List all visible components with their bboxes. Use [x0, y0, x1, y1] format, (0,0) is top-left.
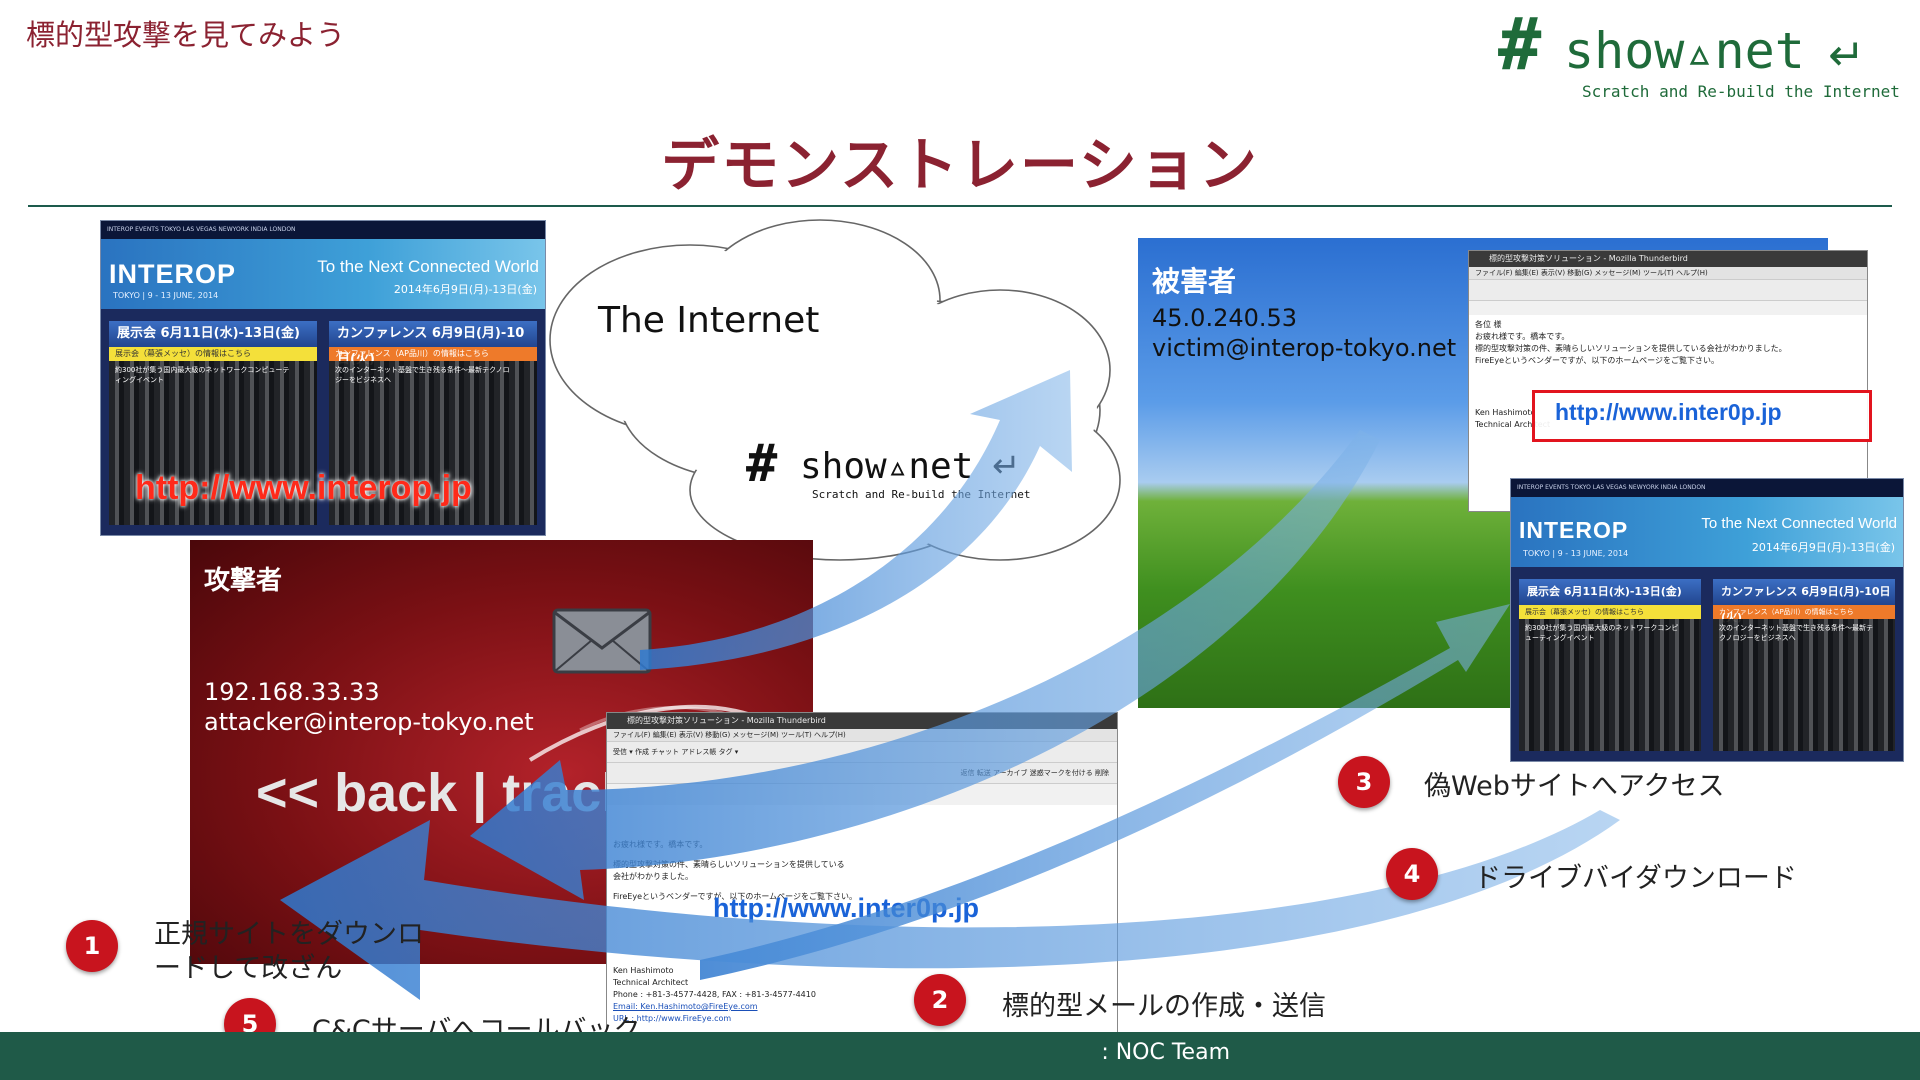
step-3-badge: 3 — [1338, 756, 1390, 808]
site-hero: INTEROP TOKYO | 9 - 13 JUNE, 2014 To the… — [101, 239, 545, 309]
internet-cloud — [549, 219, 1121, 561]
mail-line: Ken Hashimoto — [613, 966, 674, 975]
shownet-logo: # show▵net ↵ Scratch and Re-build the In… — [1490, 2, 1900, 104]
cloud-logo-tagline: Scratch and Re-build the Internet — [812, 488, 1031, 501]
mail-titlebar: 標的型攻撃対策ソリューション - Mozilla Thunderbird — [607, 713, 1117, 729]
logo-tagline: Scratch and Re-build the Internet — [1582, 82, 1900, 101]
mail-line: 会社がわかりました。 — [613, 872, 693, 881]
col-head: カンファレンス 6月9日(月)-10日(火) — [329, 321, 537, 367]
col-bar: 展示会（幕張メッセ）の情報はこちら — [1519, 605, 1701, 619]
site-dates: 2014年6月9日(月)-13日(金) — [393, 283, 537, 296]
site-subtitle: TOKYO | 9 - 13 JUNE, 2014 — [113, 291, 219, 300]
victim-mail-window: 標的型攻撃対策ソリューション - Mozilla Thunderbird ファイ… — [1468, 250, 1868, 512]
site-tagline: To the Next Connected World — [1701, 515, 1897, 532]
victim-mail-url: http://www.inter0p.jp — [1555, 399, 1782, 425]
site-col-exhibition: 展示会 6月11日(水)-13日(金) 展示会（幕張メッセ）の情報はこちら 約3… — [1519, 579, 1701, 751]
step-1-label: 正規サイトをダウンロ ードして改ざん — [154, 919, 424, 984]
fake-site-screenshot: INTEROP EVENTS TOKYO LAS VEGAS NEWYORK I… — [1510, 478, 1904, 762]
site-brand: INTEROP — [109, 259, 237, 289]
step-4-label: ドライブバイダウンロード — [1474, 863, 1797, 894]
footer-text: : NOC Team — [1101, 1040, 1230, 1065]
mail-line: FireEyeというベンダーですが、以下のホームページをご覧下さい。 — [1475, 356, 1719, 365]
step-1-badge: 1 — [66, 920, 118, 972]
attacker-email: attacker@interop-tokyo.net — [204, 708, 534, 736]
legit-site-screenshot: INTEROP EVENTS TOKYO LAS VEGAS NEWYORK I… — [100, 220, 546, 536]
victim-ip: 45.0.240.53 — [1152, 304, 1298, 332]
logo-wordmark: show▵net — [1564, 22, 1805, 80]
mail-line: 標的型攻撃対策の件、素晴らしいソリューションを提供している会社がわかりました。 — [1475, 344, 1787, 353]
mail-line: 各位 様 — [1475, 320, 1502, 329]
internet-label: The Internet — [598, 300, 820, 341]
slide-kicker: 標的型攻撃を見てみよう — [26, 18, 346, 52]
return-arrow-icon: ↵ — [1828, 30, 1865, 81]
cloud-hash-icon: # — [746, 434, 778, 494]
col-bar: カンファレンス（AP品川）の情報はこちら — [329, 347, 537, 361]
mail-toolbar — [1469, 280, 1867, 301]
hash-icon: # — [1498, 2, 1542, 86]
site-nav: INTEROP EVENTS TOKYO LAS VEGAS NEWYORK I… — [101, 221, 545, 239]
victim-email: victim@interop-tokyo.net — [1152, 334, 1457, 362]
col-bar: カンファレンス（AP品川）の情報はこちら — [1713, 605, 1895, 619]
col-text: 約300社が集う国内最大級のネットワークコンピューティングイベント — [1525, 624, 1679, 642]
mail-line: 標的型攻撃対策の件、素晴らしいソリューションを提供している — [613, 860, 845, 869]
page-title: デモンストレーション — [661, 131, 1259, 199]
legit-site-url: http://www.interop.jp — [135, 469, 472, 507]
envelope-icon — [552, 608, 652, 674]
step-3-label: 偽Webサイトへアクセス — [1424, 771, 1725, 802]
cloud-logo-wordmark: show▵net — [800, 446, 974, 487]
site-columns: 展示会 6月11日(水)-13日(金) 展示会（幕張メッセ）の情報はこちら 約3… — [1519, 579, 1895, 751]
mail-titlebar: 標的型攻撃対策ソリューション - Mozilla Thunderbird — [1469, 251, 1867, 267]
title-divider — [28, 205, 1892, 207]
step-4-badge: 4 — [1386, 848, 1438, 900]
attacker-mail-url[interactable]: http://www.inter0p.jp — [713, 893, 979, 924]
col-head: 展示会 6月11日(水)-13日(金) — [109, 321, 317, 347]
col-head: カンファレンス 6月9日(月)-10日(火) — [1713, 579, 1895, 624]
attacker-ip: 192.168.33.33 — [204, 678, 380, 706]
col-bar: 展示会（幕張メッセ）の情報はこちら — [109, 347, 317, 361]
site-col-conference: カンファレンス 6月9日(月)-10日(火) カンファレンス（AP品川）の情報は… — [1713, 579, 1895, 751]
site-subtitle: TOKYO | 9 - 13 JUNE, 2014 — [1523, 549, 1629, 558]
footer-bar: : NOC Team — [0, 1032, 1920, 1080]
site-brand: INTEROP — [1519, 517, 1629, 543]
site-nav: INTEROP EVENTS TOKYO LAS VEGAS NEWYORK I… — [1511, 479, 1903, 497]
mail-menu: ファイル(F) 編集(E) 表示(V) 移動(G) メッセージ(M) ツール(T… — [1469, 267, 1867, 280]
mail-menu: ファイル(F) 編集(E) 表示(V) 移動(G) メッセージ(M) ツール(T… — [607, 729, 1117, 742]
mail-line: お疲れ様です。橋本です。 — [1475, 332, 1570, 341]
col-text: 約300社が集う国内最大級のネットワークコンピューティングイベント — [115, 366, 290, 384]
site-dates: 2014年6月9日(月)-13日(金) — [1751, 541, 1895, 554]
attacker-label: 攻撃者 — [204, 566, 283, 596]
col-text: 次のインターネット基盤で生き残る条件〜最新テクノロジーをビジネスへ — [335, 366, 510, 384]
mail-line: お疲れ様です。橋本です。 — [613, 840, 708, 849]
mail-toolbar: 受信 ▾ 作成 チャット アドレス帳 タグ ▾ — [607, 742, 1117, 763]
phishing-url-highlight[interactable]: http://www.inter0p.jp — [1532, 390, 1872, 442]
cloud-return-arrow-icon: ↵ — [992, 446, 1021, 486]
col-text: 次のインターネット基盤で生き残る条件〜最新テクノロジーをビジネスへ — [1719, 624, 1873, 642]
step-2-label: 標的型メールの作成・送信 — [1002, 991, 1326, 1022]
cloud-shownet-logo: # show▵net ↵ Scratch and Re-build the In… — [740, 434, 1070, 510]
col-head: 展示会 6月11日(水)-13日(金) — [1519, 579, 1701, 605]
mail-actions: 返信 転送 アーカイブ 迷惑マークを付ける 削除 — [607, 763, 1117, 784]
site-tagline: To the Next Connected World — [317, 257, 539, 276]
victim-label: 被害者 — [1152, 265, 1237, 298]
site-hero: INTEROP TOKYO | 9 - 13 JUNE, 2014 To the… — [1511, 497, 1903, 567]
step-2-badge: 2 — [914, 974, 966, 1026]
